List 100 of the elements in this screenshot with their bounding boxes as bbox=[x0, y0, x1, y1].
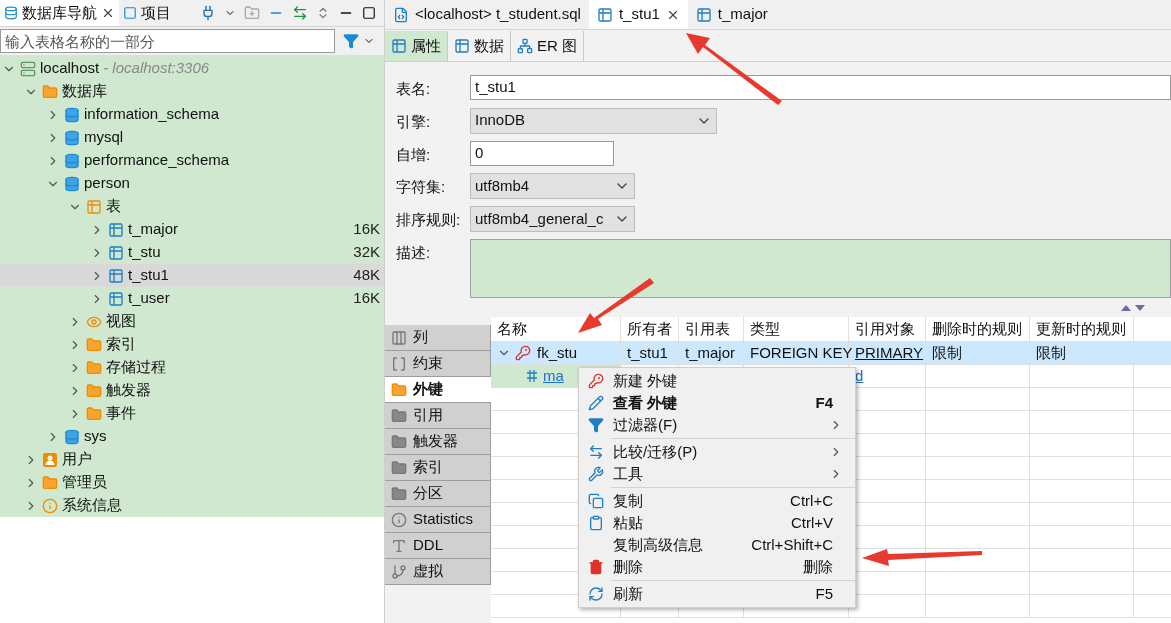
editor-subtab[interactable]: 属性 bbox=[385, 31, 448, 61]
number-type-icon bbox=[525, 369, 539, 383]
table-icon bbox=[108, 244, 124, 261]
menu-item[interactable]: 粘贴 Ctrl+V bbox=[579, 512, 855, 534]
menu-item[interactable]: 比较/迁移(P) bbox=[579, 441, 855, 463]
folder-icon bbox=[86, 336, 102, 353]
tree-item[interactable]: 管理员 bbox=[0, 471, 384, 494]
tree-item[interactable]: 事件 bbox=[0, 402, 384, 425]
tree-item[interactable]: 表 bbox=[0, 195, 384, 218]
field-label: 表名: bbox=[396, 79, 432, 99]
tree-item[interactable]: performance_schema bbox=[0, 149, 384, 172]
tree-item[interactable]: 视图 bbox=[0, 310, 384, 333]
tree-item[interactable]: localhost - localhost:3306 bbox=[0, 57, 384, 80]
table-icon bbox=[108, 221, 124, 238]
text-field[interactable]: 0 bbox=[470, 140, 614, 166]
maximize-icon[interactable] bbox=[362, 6, 376, 20]
column-header[interactable]: 更新时的规则 bbox=[1030, 317, 1134, 341]
menu-item[interactable]: 复制 Ctrl+C bbox=[579, 490, 855, 512]
menu-item[interactable]: 复制高级信息 Ctrl+Shift+C bbox=[579, 534, 855, 556]
column-header[interactable]: 删除时的规则 bbox=[926, 317, 1030, 341]
menu-item[interactable]: 新建 外键 bbox=[579, 370, 855, 392]
table-icon bbox=[596, 6, 613, 23]
side-tab[interactable]: 触发器 bbox=[385, 429, 491, 455]
tree-item[interactable]: 触发器 bbox=[0, 379, 384, 402]
table-cell-text: FOREIGN KEY bbox=[750, 342, 853, 363]
side-tab[interactable]: 引用 bbox=[385, 403, 491, 429]
editor-tab[interactable]: t_stu1 bbox=[588, 0, 688, 29]
shortcut-label: F4 bbox=[815, 392, 833, 413]
trash-icon bbox=[588, 559, 604, 575]
side-tab[interactable]: DDL bbox=[385, 533, 491, 559]
side-tab[interactable]: 外键 bbox=[385, 377, 491, 403]
script-icon bbox=[393, 6, 409, 23]
tree-item[interactable]: 系统信息 bbox=[0, 494, 384, 517]
folder-icon bbox=[391, 459, 407, 476]
menu-item[interactable]: 删除 删除 bbox=[579, 556, 855, 578]
tree-label: 存储过程 bbox=[106, 357, 166, 378]
tree-item[interactable]: 数据库 bbox=[0, 80, 384, 103]
project-icon bbox=[123, 6, 137, 20]
tree-item[interactable]: sys bbox=[0, 425, 384, 448]
tree-item[interactable]: t_stu 32K bbox=[0, 241, 384, 264]
column-header[interactable]: 引用表 bbox=[679, 317, 744, 341]
tree-item[interactable]: 用户 bbox=[0, 448, 384, 471]
tree-item[interactable]: person bbox=[0, 172, 384, 195]
database-icon bbox=[64, 129, 80, 146]
folder-icon bbox=[42, 474, 58, 491]
folder-icon bbox=[86, 405, 102, 422]
dropdown-field[interactable]: InnoDB bbox=[470, 107, 717, 134]
sort-down-icon[interactable] bbox=[1135, 304, 1145, 311]
column-header[interactable]: 所有者 bbox=[621, 317, 679, 341]
tree-item[interactable]: mysql bbox=[0, 126, 384, 149]
link-icon[interactable] bbox=[292, 5, 308, 21]
tree-label: mysql bbox=[84, 127, 124, 148]
side-tab[interactable]: 列 bbox=[385, 325, 491, 351]
tree-item[interactable]: t_major 16K bbox=[0, 218, 384, 241]
sort-up-icon[interactable] bbox=[1121, 304, 1131, 311]
info-icon bbox=[42, 497, 58, 514]
filter-field[interactable]: 输入表格名称的一部分 bbox=[0, 29, 335, 53]
tree-label: 管理员 bbox=[62, 472, 107, 493]
tree-label: information_schema bbox=[84, 104, 220, 125]
tree-label: person bbox=[84, 173, 130, 194]
table-icon bbox=[695, 6, 712, 23]
tree-item[interactable]: 索引 bbox=[0, 333, 384, 356]
folder-icon bbox=[391, 381, 407, 398]
tree-label: t_stu1 bbox=[128, 265, 169, 286]
users-icon bbox=[42, 451, 58, 468]
constraint-icon bbox=[391, 355, 407, 372]
field-label: 自增: bbox=[396, 144, 432, 165]
side-tab[interactable]: 虚拟 bbox=[385, 559, 491, 585]
side-tab[interactable]: 分区 bbox=[385, 481, 491, 507]
description-field[interactable] bbox=[470, 239, 1171, 298]
tree-label: 视图 bbox=[106, 311, 136, 332]
dropdown-field[interactable]: utf8mb4_general_c bbox=[470, 206, 635, 232]
pencil-icon bbox=[588, 395, 604, 411]
close-icon[interactable] bbox=[101, 6, 115, 20]
menu-item[interactable]: 刷新 F5 bbox=[579, 583, 855, 605]
column-header[interactable]: 引用对象 bbox=[849, 317, 926, 341]
menu-item[interactable]: 工具 bbox=[579, 463, 855, 485]
connect-icon[interactable] bbox=[200, 5, 216, 21]
filter-icon[interactable] bbox=[343, 33, 359, 49]
tree-label: t_major bbox=[128, 219, 179, 240]
tree-item[interactable]: 存储过程 bbox=[0, 356, 384, 379]
tree-item[interactable]: information_schema bbox=[0, 103, 384, 126]
side-tab[interactable]: 约束 bbox=[385, 351, 491, 377]
menu-item[interactable]: 查看 外键 F4 bbox=[579, 392, 855, 414]
tree-item[interactable]: t_user 16K bbox=[0, 287, 384, 310]
side-tab[interactable]: Statistics bbox=[385, 507, 491, 533]
shortcut-label: 删除 bbox=[803, 556, 833, 577]
field-label: 字符集: bbox=[396, 177, 447, 197]
table-row[interactable]: fk_stu t_stu1 t_major FOREIGN KEY PRIMARY 限制 限制 bbox=[491, 342, 1171, 365]
panel-tab[interactable]: 数据库导航 bbox=[0, 0, 119, 26]
tree-label: 事件 bbox=[106, 403, 136, 424]
column-header[interactable]: 类型 bbox=[744, 317, 849, 341]
dropdown-field[interactable]: utf8mb4 bbox=[470, 173, 635, 199]
tree-item[interactable]: t_stu1 48K bbox=[0, 264, 384, 287]
side-tab[interactable]: 索引 bbox=[385, 455, 491, 481]
folder-icon bbox=[391, 407, 407, 424]
menu-item[interactable]: 过滤器(F) bbox=[579, 414, 855, 436]
tools-icon bbox=[588, 466, 604, 482]
text-field[interactable]: t_stu1 bbox=[470, 75, 1171, 100]
database-icon bbox=[64, 152, 80, 169]
